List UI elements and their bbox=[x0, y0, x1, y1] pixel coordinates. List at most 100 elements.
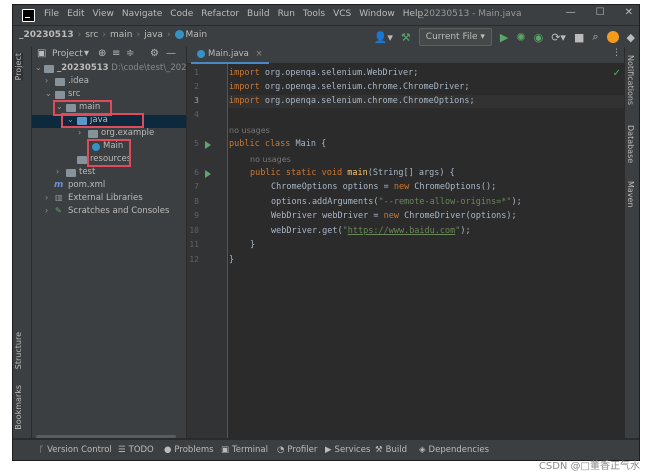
hammer-icon[interactable]: ⚒ bbox=[401, 31, 411, 44]
services-tab[interactable]: ▶Services bbox=[325, 445, 370, 455]
tree-node-external-libraries[interactable]: › ▥ External Libraries bbox=[32, 193, 186, 206]
terminal-tab[interactable]: ▣Terminal bbox=[221, 445, 268, 455]
breadcrumb-main[interactable]: main bbox=[110, 30, 133, 40]
tree-node-scratches[interactable]: › ✎ Scratches and Consoles bbox=[32, 206, 186, 219]
menu-file[interactable]: File bbox=[44, 9, 59, 19]
code-token: ChromeDriver(options); bbox=[399, 211, 517, 221]
update-icon[interactable] bbox=[607, 31, 619, 43]
tree-node-test[interactable]: › test bbox=[32, 167, 186, 180]
plugins-icon[interactable]: ◆ bbox=[627, 31, 635, 44]
horizontal-scrollbar[interactable] bbox=[36, 435, 176, 438]
line-number: 5 bbox=[187, 139, 199, 148]
build-tab[interactable]: ⚒Build bbox=[375, 445, 407, 455]
chevron-right-icon[interactable]: › bbox=[45, 206, 48, 215]
code-token: public class bbox=[229, 139, 290, 149]
menu-build[interactable]: Build bbox=[247, 9, 270, 19]
tree-node-project-root[interactable]: ⌄ _20230513 D:\code\test\_202305 bbox=[32, 63, 186, 76]
chevron-down-icon[interactable]: ⌄ bbox=[45, 89, 52, 98]
line-number: 6 bbox=[187, 168, 199, 177]
search-icon[interactable]: ⌕ bbox=[592, 30, 598, 44]
code-token: main bbox=[342, 168, 368, 178]
chevron-down-icon[interactable]: ▾ bbox=[84, 48, 89, 59]
folder-icon: ▣ bbox=[37, 48, 46, 59]
menu-vcs[interactable]: VCS bbox=[333, 9, 351, 19]
expand-all-icon[interactable]: ≡ bbox=[112, 48, 120, 59]
code-editor[interactable]: 1 2 3 4 5 6 7 8 9 10 11 12 import org.op… bbox=[187, 64, 625, 438]
hide-icon[interactable]: — bbox=[166, 48, 176, 59]
run-class-icon[interactable] bbox=[205, 141, 211, 149]
maven-file-icon: m bbox=[54, 180, 63, 190]
tab-label: Main.java bbox=[208, 49, 249, 59]
menu-code[interactable]: Code bbox=[170, 9, 193, 19]
menu-refactor[interactable]: Refactor bbox=[201, 9, 239, 19]
line-number: 4 bbox=[187, 110, 199, 119]
services-icon: ▶ bbox=[325, 445, 332, 455]
user-icon[interactable]: 👤▾ bbox=[374, 31, 393, 44]
run-configuration-label: Current File bbox=[426, 32, 478, 42]
close-icon[interactable]: × bbox=[256, 49, 263, 59]
line-number: 7 bbox=[187, 182, 199, 191]
project-tool-tab[interactable]: Project bbox=[14, 53, 23, 80]
bookmarks-tool-tab[interactable]: Bookmarks bbox=[14, 385, 23, 430]
tab-label: Profiler bbox=[287, 445, 317, 455]
folder-icon bbox=[55, 91, 65, 99]
chevron-right-icon[interactable]: › bbox=[78, 128, 81, 137]
main-menu: File Edit View Navigate Code Refactor Bu… bbox=[44, 9, 423, 19]
more-vertical-icon[interactable]: ⋮ bbox=[612, 48, 621, 58]
chevron-right-icon[interactable]: › bbox=[56, 167, 59, 176]
menu-navigate[interactable]: Navigate bbox=[122, 9, 162, 19]
code-token: ChromeOptions(); bbox=[409, 182, 496, 192]
tab-main-java[interactable]: Main.java × bbox=[191, 47, 269, 64]
structure-tool-tab[interactable]: Structure bbox=[14, 332, 23, 369]
menu-tools[interactable]: Tools bbox=[303, 9, 325, 19]
tab-label: Terminal bbox=[232, 445, 268, 455]
maven-tool-tab[interactable]: Maven bbox=[626, 181, 635, 208]
menu-window[interactable]: Window bbox=[359, 9, 395, 19]
code-token: Main { bbox=[290, 139, 326, 149]
collapse-all-icon[interactable]: ≑ bbox=[126, 48, 134, 59]
scratches-icon: ✎ bbox=[55, 206, 62, 215]
breadcrumb-src[interactable]: src bbox=[85, 30, 98, 40]
database-tool-tab[interactable]: Database bbox=[626, 125, 635, 163]
run-icon[interactable]: ▶ bbox=[500, 31, 508, 44]
project-panel-title[interactable]: Project bbox=[52, 49, 83, 59]
more-run-icon[interactable]: ⟳▾ bbox=[551, 31, 566, 44]
coverage-icon[interactable]: ◉ bbox=[534, 31, 544, 44]
chevron-right-icon[interactable]: › bbox=[45, 76, 48, 85]
problems-tab[interactable]: ●Problems bbox=[164, 445, 214, 455]
minimize-button[interactable]: — bbox=[566, 7, 576, 18]
gear-icon[interactable]: ⚙ bbox=[150, 48, 159, 59]
chevron-down-icon[interactable]: ⌄ bbox=[35, 63, 42, 72]
code-token: org.openqa.selenium.WebDriver; bbox=[260, 68, 419, 78]
close-button[interactable]: ✕ bbox=[625, 7, 633, 18]
inspection-ok-icon[interactable]: ✓ bbox=[613, 68, 621, 79]
tab-label: Problems bbox=[174, 445, 213, 455]
menu-edit[interactable]: Edit bbox=[67, 9, 84, 19]
tree-node-pom[interactable]: m pom.xml bbox=[32, 180, 186, 193]
dependencies-tab[interactable]: ◈Dependencies bbox=[419, 445, 489, 455]
url-link[interactable]: https://www.baidu.com bbox=[348, 226, 455, 236]
run-main-icon[interactable] bbox=[205, 170, 211, 178]
debug-icon[interactable]: ✺ bbox=[516, 31, 525, 44]
project-panel-header: ▣ Project ▾ ⊕ ≡ ≑ ⚙ — bbox=[32, 47, 186, 63]
line-number: 11 bbox=[187, 240, 199, 249]
maximize-button[interactable]: ☐ bbox=[596, 7, 605, 18]
code-token: "--remote-allow-origins=*" bbox=[378, 197, 511, 207]
branch-icon: ᚴ bbox=[39, 445, 44, 455]
todo-tab[interactable]: ☰TODO bbox=[118, 445, 154, 455]
chevron-right-icon[interactable]: › bbox=[45, 193, 48, 202]
breadcrumb-file[interactable]: Main bbox=[175, 30, 208, 40]
breadcrumb-project[interactable]: _20230513 bbox=[19, 30, 74, 40]
breadcrumb-java[interactable]: java bbox=[144, 30, 163, 40]
profiler-tab[interactable]: ◔Profiler bbox=[277, 445, 317, 455]
menu-view[interactable]: View bbox=[93, 9, 114, 19]
version-control-tab[interactable]: ᚴVersion Control bbox=[39, 445, 112, 455]
tree-node-idea[interactable]: › .idea bbox=[32, 76, 186, 89]
tab-label: Services bbox=[335, 445, 371, 455]
menu-run[interactable]: Run bbox=[278, 9, 295, 19]
library-icon: ▥ bbox=[55, 193, 63, 202]
locate-icon[interactable]: ⊕ bbox=[98, 48, 106, 59]
stop-icon[interactable]: ■ bbox=[574, 31, 584, 44]
notifications-tool-tab[interactable]: Notifications bbox=[626, 55, 635, 105]
run-configuration-select[interactable]: Current File ▾ bbox=[419, 28, 492, 46]
